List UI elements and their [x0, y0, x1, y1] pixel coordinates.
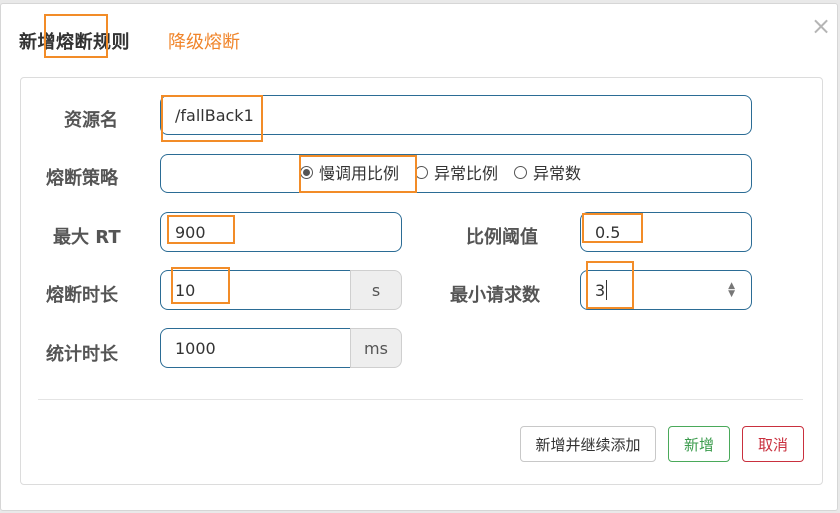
ratio-threshold-value: 0.5: [595, 222, 621, 242]
strategy-options: 慢调用比例 异常比例 异常数: [300, 160, 581, 184]
tab-add-circuit-rule[interactable]: 新增熔断规则: [19, 28, 130, 54]
close-icon[interactable]: ×: [811, 14, 831, 38]
add-button[interactable]: 新增: [668, 426, 730, 462]
ratio-threshold-label: 比例阈值: [466, 227, 538, 248]
stat-duration-label: 统计时长: [46, 344, 118, 365]
duration-input[interactable]: 10: [160, 270, 350, 310]
strategy-option-label: 异常比例: [434, 164, 499, 183]
footer-divider: [38, 399, 803, 400]
cancel-button[interactable]: 取消: [742, 426, 804, 462]
spinner-down-icon[interactable]: ▼: [728, 290, 735, 299]
stat-duration-value: 1000: [175, 338, 216, 358]
tab-degrade-circuit[interactable]: 降级熔断: [168, 28, 240, 54]
strategy-option-error-count[interactable]: 异常数: [514, 160, 581, 184]
radio-unchecked-icon[interactable]: [514, 165, 528, 179]
number-spinner[interactable]: ▲ ▼: [728, 282, 735, 299]
add-and-continue-button[interactable]: 新增并继续添加: [520, 426, 656, 462]
duration-input-group: 10 s: [160, 270, 402, 310]
strategy-label: 熔断策略: [46, 168, 118, 189]
duration-value: 10: [175, 280, 196, 300]
max-rt-input[interactable]: 900: [160, 212, 402, 252]
min-requests-input[interactable]: 3 ▲ ▼: [580, 270, 752, 310]
resource-value: /fallBack1: [175, 105, 254, 125]
resource-label: 资源名: [64, 110, 118, 131]
min-requests-label: 最小请求数: [450, 285, 540, 306]
stat-duration-input[interactable]: 1000: [160, 328, 350, 368]
max-rt-label: 最大 RT: [53, 227, 121, 248]
stat-duration-unit: ms: [350, 328, 402, 368]
resource-input[interactable]: /fallBack1: [160, 95, 752, 135]
ratio-threshold-input[interactable]: 0.5: [580, 212, 752, 252]
strategy-option-label: 慢调用比例: [319, 164, 400, 183]
min-requests-value: 3: [595, 280, 606, 300]
duration-label: 熔断时长: [46, 285, 118, 306]
strategy-option-label: 异常数: [533, 164, 582, 183]
max-rt-value: 900: [175, 222, 206, 242]
strategy-option-error-ratio[interactable]: 异常比例: [415, 160, 498, 184]
strategy-option-slow-ratio[interactable]: 慢调用比例: [300, 160, 399, 184]
duration-unit: s: [350, 270, 402, 310]
radio-unchecked-icon[interactable]: [415, 165, 429, 179]
stat-duration-input-group: 1000 ms: [160, 328, 402, 368]
radio-checked-icon[interactable]: [300, 165, 313, 179]
text-caret: [606, 280, 608, 300]
